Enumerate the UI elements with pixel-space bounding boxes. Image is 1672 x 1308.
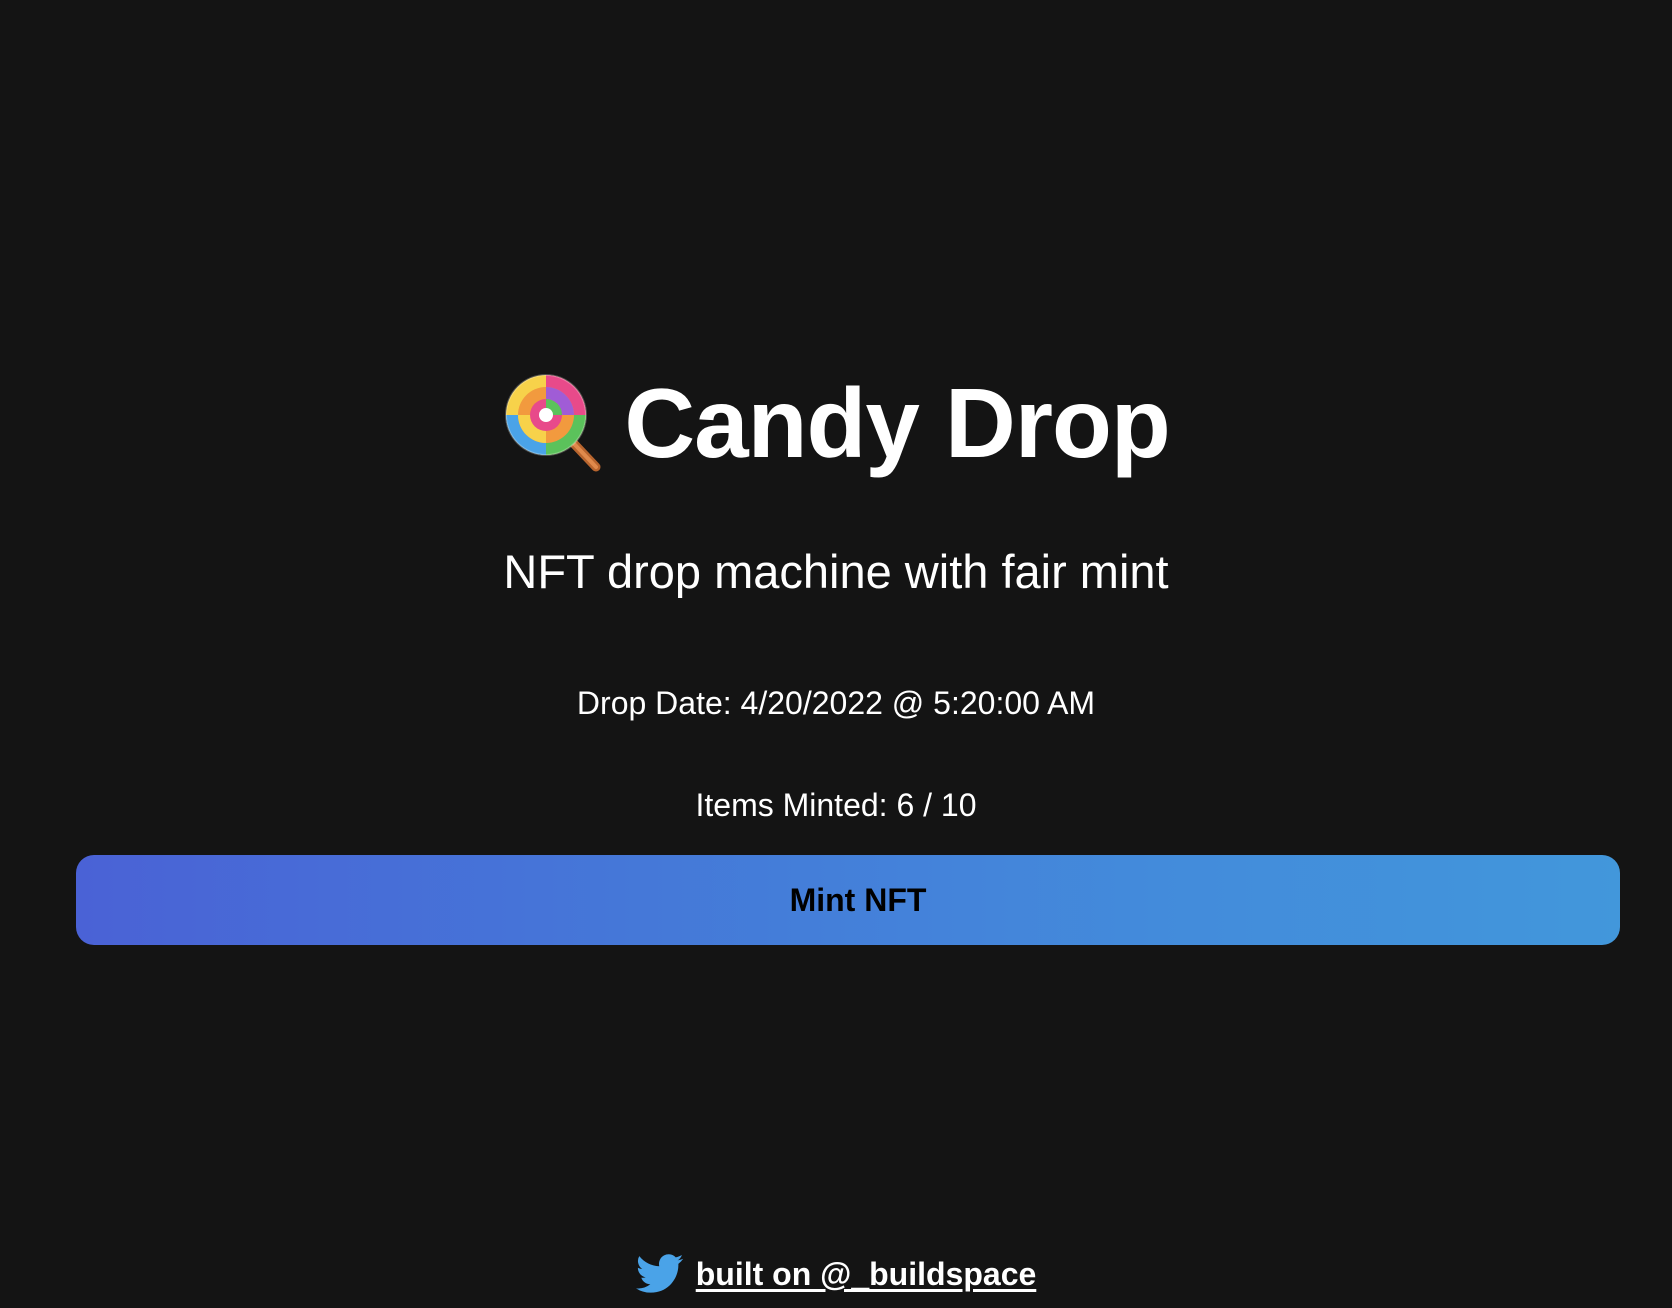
buildspace-link[interactable]: built on @_buildspace (696, 1256, 1037, 1293)
footer: built on @_buildspace (0, 1250, 1672, 1298)
header: Candy Drop (0, 368, 1672, 478)
page-subtitle: NFT drop machine with fair mint (503, 545, 1169, 598)
drop-date-text: Drop Date: 4/20/2022 @ 5:20:00 AM (576, 685, 1096, 721)
lollipop-icon (502, 371, 606, 475)
mint-nft-button[interactable]: Mint NFT (76, 855, 1620, 945)
mint-button-label: Mint NFT (789, 881, 927, 918)
page-title: Candy Drop (624, 368, 1170, 478)
twitter-icon (635, 1253, 684, 1295)
page: Candy Drop NFT drop machine with fair mi… (0, 0, 1672, 1308)
items-minted-text: Items Minted: 6 / 10 (695, 787, 977, 823)
